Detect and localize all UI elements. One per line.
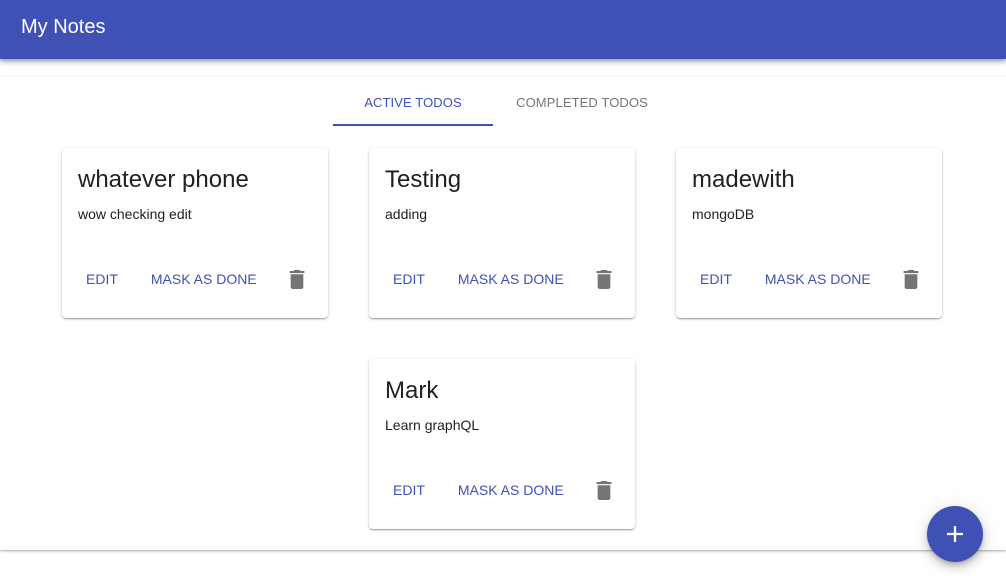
tab-indicator [333, 124, 493, 126]
app-title: My Notes [21, 16, 106, 38]
trash-icon[interactable] [887, 261, 935, 297]
trash-icon[interactable] [580, 261, 628, 297]
note-card: Mark Learn graphQL EDIT MASK AS DONE [369, 359, 635, 529]
note-title: madewith [692, 166, 795, 193]
edit-button[interactable]: EDIT [684, 261, 748, 297]
trash-icon[interactable] [580, 472, 628, 508]
edit-button[interactable]: EDIT [70, 261, 134, 297]
note-card: madewith mongoDB EDIT MASK AS DONE [676, 148, 942, 318]
tab-active-todos[interactable]: ACTIVE TODOS [333, 78, 493, 126]
tab-bar: ACTIVE TODOS COMPLETED TODOS [333, 78, 671, 126]
note-actions: EDIT MASK AS DONE [70, 261, 321, 297]
tab-completed-todos[interactable]: COMPLETED TODOS [493, 78, 671, 126]
note-title: whatever phone [78, 166, 249, 193]
mark-as-done-button[interactable]: MASK AS DONE [135, 261, 273, 297]
note-actions: EDIT MASK AS DONE [377, 472, 628, 508]
note-body: Learn graphQL [385, 417, 480, 433]
note-card: Testing adding EDIT MASK AS DONE [369, 148, 635, 318]
mark-as-done-button[interactable]: MASK AS DONE [749, 261, 887, 297]
add-note-button[interactable] [927, 506, 983, 562]
note-actions: EDIT MASK AS DONE [684, 261, 935, 297]
note-body: adding [385, 206, 428, 222]
note-title: Mark [385, 377, 439, 404]
plus-icon [947, 526, 963, 542]
mark-as-done-button[interactable]: MASK AS DONE [442, 472, 580, 508]
trash-icon[interactable] [273, 261, 321, 297]
note-body: mongoDB [692, 206, 755, 222]
mark-as-done-button[interactable]: MASK AS DONE [442, 261, 580, 297]
note-card: whatever phone wow checking edit EDIT MA… [62, 148, 328, 318]
note-actions: EDIT MASK AS DONE [377, 261, 628, 297]
note-body: wow checking edit [78, 206, 192, 222]
edit-button[interactable]: EDIT [377, 261, 441, 297]
note-title: Testing [385, 166, 462, 193]
app-bar: My Notes [0, 0, 1006, 59]
edit-button[interactable]: EDIT [377, 472, 441, 508]
